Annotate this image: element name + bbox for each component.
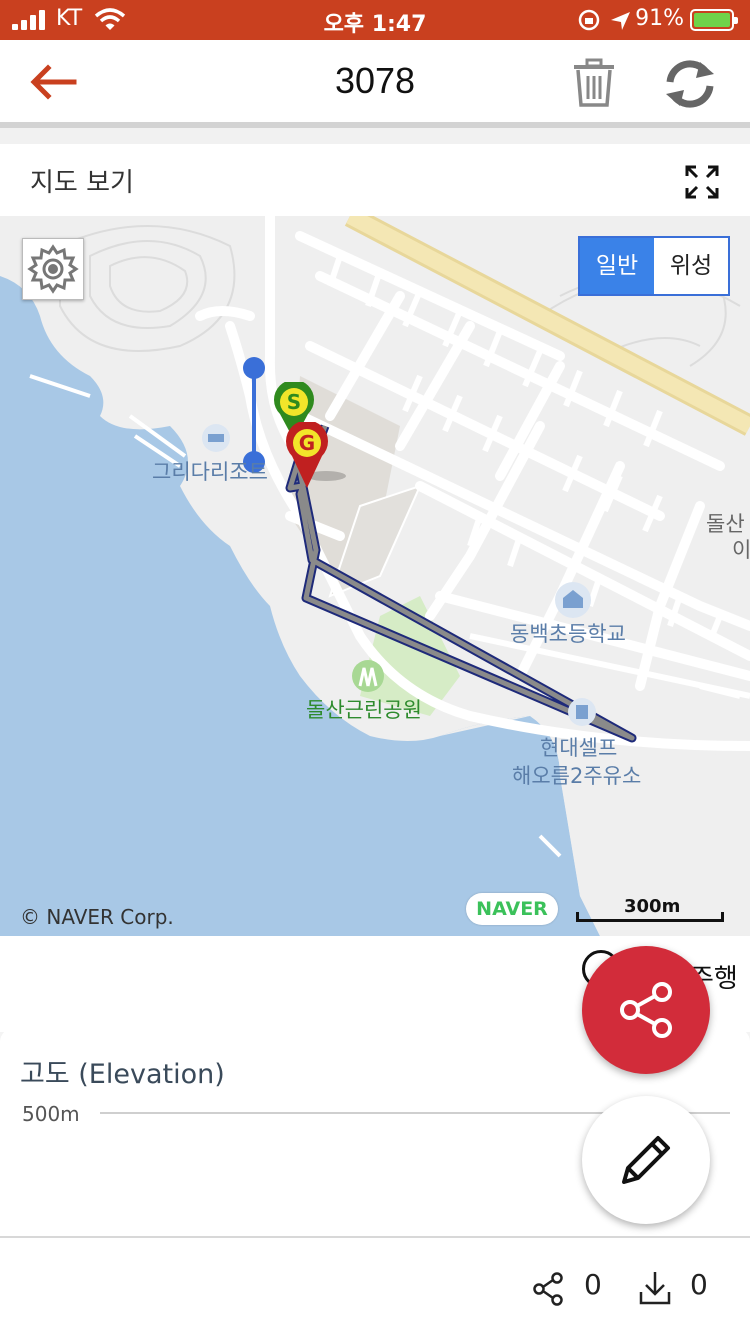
share-count: 0 xyxy=(584,1268,602,1301)
map-section-header: 지도 보기 xyxy=(0,144,750,216)
map-settings-button[interactable] xyxy=(22,238,84,300)
start-marker-label: S xyxy=(287,390,301,414)
goal-marker-label: G xyxy=(299,431,315,455)
map-type-satellite[interactable]: 위성 xyxy=(654,238,728,294)
app-header: 3078 xyxy=(0,40,750,124)
battery-icon xyxy=(690,9,738,31)
poi-gas-station-name-2: 해오름2주유소 xyxy=(512,764,642,788)
elevation-title: 고도 (Elevation) xyxy=(20,1059,225,1090)
download-icon[interactable] xyxy=(638,1270,672,1306)
edit-fab[interactable] xyxy=(582,1096,710,1224)
share-icon xyxy=(620,982,672,1038)
section-spacer xyxy=(0,128,750,144)
goal-marker[interactable]: G xyxy=(284,422,330,490)
refresh-button[interactable] xyxy=(662,58,718,110)
route-map[interactable]: S G 그리다리조트 동백초등학교 돌산근린공원 현대셀프 해오름2주유소 돌산… xyxy=(0,216,750,936)
map-section-label: 지도 보기 xyxy=(30,168,134,198)
poi-resort: 그리다리조트 xyxy=(152,460,268,484)
download-count: 0 xyxy=(690,1268,708,1301)
map-type-toggle[interactable]: 일반 위성 xyxy=(578,236,730,296)
pencil-icon xyxy=(622,1136,670,1184)
delete-button[interactable] xyxy=(572,58,616,108)
page-title: 3078 xyxy=(334,60,416,101)
naver-logo[interactable]: NAVER xyxy=(466,893,558,925)
map-type-normal[interactable]: 일반 xyxy=(580,238,654,294)
share-icon[interactable] xyxy=(532,1272,564,1306)
poi-edge-label-2: 이 xyxy=(732,538,750,562)
poi-park: 돌산근린공원 xyxy=(306,698,422,722)
footer-bar: 0 0 xyxy=(0,1238,750,1334)
poi-school: 동백초등학교 xyxy=(510,622,626,646)
status-bar: KT 오후 1:47 91% xyxy=(0,0,750,40)
gear-icon xyxy=(27,244,79,294)
location-lock-icons xyxy=(578,9,630,31)
poi-gas-station-name: 현대셀프 xyxy=(540,736,618,760)
share-fab[interactable] xyxy=(582,946,710,1074)
map-copyright: © NAVER Corp. xyxy=(20,905,174,929)
battery-percent: 91% xyxy=(635,6,684,31)
map-scale-bar xyxy=(576,912,724,922)
elevation-axis-label: 500m xyxy=(22,1102,80,1126)
expand-icon[interactable] xyxy=(684,164,720,200)
map-canvas[interactable] xyxy=(0,216,750,936)
